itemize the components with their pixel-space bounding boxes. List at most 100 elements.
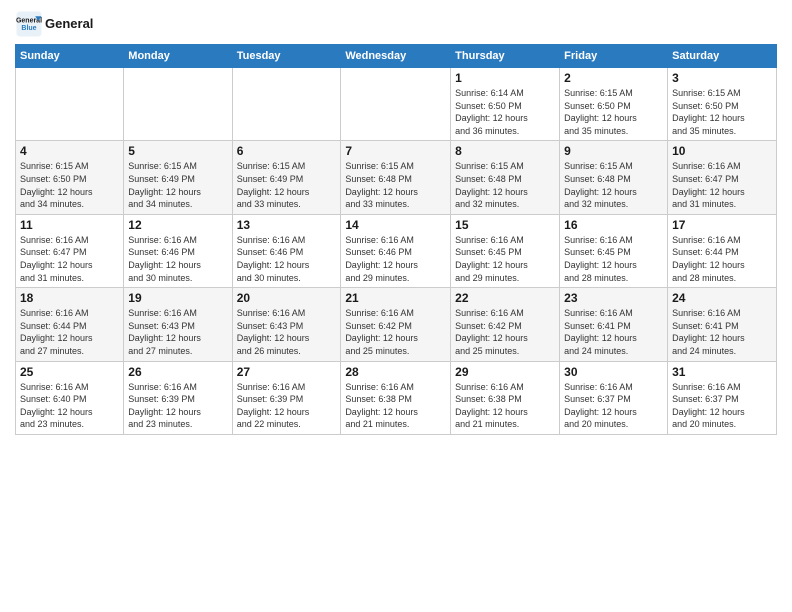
calendar-header-row: SundayMondayTuesdayWednesdayThursdayFrid… bbox=[16, 45, 777, 68]
calendar-cell: 17Sunrise: 6:16 AM Sunset: 6:44 PM Dayli… bbox=[668, 214, 777, 287]
calendar-cell bbox=[341, 68, 451, 141]
svg-text:Blue: Blue bbox=[21, 25, 36, 32]
day-number: 16 bbox=[564, 218, 663, 232]
logo-text-line1: General bbox=[45, 16, 93, 31]
day-info: Sunrise: 6:16 AM Sunset: 6:41 PM Dayligh… bbox=[672, 307, 772, 357]
day-info: Sunrise: 6:16 AM Sunset: 6:43 PM Dayligh… bbox=[128, 307, 227, 357]
calendar-week-row: 18 Sunrise: 6:16 AM Sunset: 6:44 PM Dayli… bbox=[16, 288, 777, 361]
day-info: Sunrise: 6:15 AM Sunset: 6:50 PM Dayligh… bbox=[20, 160, 119, 210]
day-number: 13 bbox=[237, 218, 337, 232]
day-info: Sunrise: 6:16 AM Sunset: 6:37 PM Dayligh… bbox=[564, 381, 663, 431]
day-info: Sunrise: 6:16 AM Sunset: 6:39 PM Dayligh… bbox=[128, 381, 227, 431]
calendar-cell: 9 Sunrise: 6:15 AM Sunset: 6:48 PM Daylig… bbox=[560, 141, 668, 214]
day-info: Sunrise: 6:15 AM Sunset: 6:50 PM Dayligh… bbox=[672, 87, 772, 137]
calendar-cell: 7Sunrise: 6:15 AM Sunset: 6:48 PM Daylig… bbox=[341, 141, 451, 214]
col-header-tuesday: Tuesday bbox=[232, 45, 341, 68]
day-info: Sunrise: 6:16 AM Sunset: 6:45 PM Dayligh… bbox=[564, 234, 663, 284]
day-info: Sunrise: 6:15 AM Sunset: 6:49 PM Dayligh… bbox=[128, 160, 227, 210]
calendar-page: General Blue General SundayMondayTuesday… bbox=[0, 0, 792, 612]
calendar-cell: 28 Sunrise: 6:16 AM Sunset: 6:38 PM Dayli… bbox=[341, 361, 451, 434]
day-info: Sunrise: 6:16 AM Sunset: 6:42 PM Dayligh… bbox=[455, 307, 555, 357]
calendar-cell: 30 Sunrise: 6:16 AM Sunset: 6:37 PM Dayli… bbox=[560, 361, 668, 434]
day-number: 28 bbox=[345, 365, 446, 379]
day-info: Sunrise: 6:16 AM Sunset: 6:37 PM Dayligh… bbox=[672, 381, 772, 431]
col-header-thursday: Thursday bbox=[451, 45, 560, 68]
day-number: 24 bbox=[672, 291, 772, 305]
day-number: 9 bbox=[564, 144, 663, 158]
calendar-cell: 15 Sunrise: 6:16 AM Sunset: 6:45 PM Dayli… bbox=[451, 214, 560, 287]
day-number: 26 bbox=[128, 365, 227, 379]
calendar-cell: 29 Sunrise: 6:16 AM Sunset: 6:38 PM Dayli… bbox=[451, 361, 560, 434]
calendar-cell: 11Sunrise: 6:16 AM Sunset: 6:47 PM Dayli… bbox=[16, 214, 124, 287]
day-number: 5 bbox=[128, 144, 227, 158]
calendar-cell: 16 Sunrise: 6:16 AM Sunset: 6:45 PM Dayli… bbox=[560, 214, 668, 287]
calendar-cell: 24 Sunrise: 6:16 AM Sunset: 6:41 PM Dayli… bbox=[668, 288, 777, 361]
day-number: 21 bbox=[345, 291, 446, 305]
col-header-friday: Friday bbox=[560, 45, 668, 68]
day-number: 14 bbox=[345, 218, 446, 232]
day-number: 2 bbox=[564, 71, 663, 85]
col-header-saturday: Saturday bbox=[668, 45, 777, 68]
col-header-wednesday: Wednesday bbox=[341, 45, 451, 68]
day-info: Sunrise: 6:16 AM Sunset: 6:40 PM Dayligh… bbox=[20, 381, 119, 431]
calendar-cell: 26 Sunrise: 6:16 AM Sunset: 6:39 PM Dayli… bbox=[124, 361, 232, 434]
calendar-week-row: 25 Sunrise: 6:16 AM Sunset: 6:40 PM Dayli… bbox=[16, 361, 777, 434]
day-info: Sunrise: 6:16 AM Sunset: 6:41 PM Dayligh… bbox=[564, 307, 663, 357]
day-info: Sunrise: 6:16 AM Sunset: 6:44 PM Dayligh… bbox=[672, 234, 772, 284]
calendar-cell: 2 Sunrise: 6:15 AM Sunset: 6:50 PM Daylig… bbox=[560, 68, 668, 141]
col-header-monday: Monday bbox=[124, 45, 232, 68]
day-number: 22 bbox=[455, 291, 555, 305]
calendar-cell: 10 Sunrise: 6:16 AM Sunset: 6:47 PM Dayli… bbox=[668, 141, 777, 214]
day-number: 7 bbox=[345, 144, 446, 158]
calendar-cell: 23Sunrise: 6:16 AM Sunset: 6:41 PM Dayli… bbox=[560, 288, 668, 361]
day-number: 6 bbox=[237, 144, 337, 158]
calendar-week-row: 11Sunrise: 6:16 AM Sunset: 6:47 PM Dayli… bbox=[16, 214, 777, 287]
day-info: Sunrise: 6:16 AM Sunset: 6:45 PM Dayligh… bbox=[455, 234, 555, 284]
day-number: 19 bbox=[128, 291, 227, 305]
day-number: 11 bbox=[20, 218, 119, 232]
calendar-cell: 14 Sunrise: 6:16 AM Sunset: 6:46 PM Dayli… bbox=[341, 214, 451, 287]
day-info: Sunrise: 6:16 AM Sunset: 6:39 PM Dayligh… bbox=[237, 381, 337, 431]
calendar-cell: 25 Sunrise: 6:16 AM Sunset: 6:40 PM Dayli… bbox=[16, 361, 124, 434]
day-number: 29 bbox=[455, 365, 555, 379]
day-number: 15 bbox=[455, 218, 555, 232]
day-info: Sunrise: 6:14 AM Sunset: 6:50 PM Dayligh… bbox=[455, 87, 555, 137]
day-info: Sunrise: 6:16 AM Sunset: 6:47 PM Dayligh… bbox=[672, 160, 772, 210]
calendar-cell: 18 Sunrise: 6:16 AM Sunset: 6:44 PM Dayli… bbox=[16, 288, 124, 361]
day-number: 10 bbox=[672, 144, 772, 158]
day-number: 27 bbox=[237, 365, 337, 379]
day-number: 18 bbox=[20, 291, 119, 305]
calendar-cell: 19 Sunrise: 6:16 AM Sunset: 6:43 PM Dayli… bbox=[124, 288, 232, 361]
day-info: Sunrise: 6:16 AM Sunset: 6:38 PM Dayligh… bbox=[345, 381, 446, 431]
calendar-cell bbox=[124, 68, 232, 141]
calendar-week-row: 1 Sunrise: 6:14 AM Sunset: 6:50 PM Daylig… bbox=[16, 68, 777, 141]
day-info: Sunrise: 6:16 AM Sunset: 6:46 PM Dayligh… bbox=[345, 234, 446, 284]
day-info: Sunrise: 6:15 AM Sunset: 6:50 PM Dayligh… bbox=[564, 87, 663, 137]
day-info: Sunrise: 6:16 AM Sunset: 6:46 PM Dayligh… bbox=[237, 234, 337, 284]
calendar-cell: 3 Sunrise: 6:15 AM Sunset: 6:50 PM Daylig… bbox=[668, 68, 777, 141]
day-number: 3 bbox=[672, 71, 772, 85]
day-info: Sunrise: 6:16 AM Sunset: 6:46 PM Dayligh… bbox=[128, 234, 227, 284]
day-info: Sunrise: 6:15 AM Sunset: 6:48 PM Dayligh… bbox=[564, 160, 663, 210]
calendar-cell: 4Sunrise: 6:15 AM Sunset: 6:50 PM Daylig… bbox=[16, 141, 124, 214]
calendar-table: SundayMondayTuesdayWednesdayThursdayFrid… bbox=[15, 44, 777, 435]
day-info: Sunrise: 6:16 AM Sunset: 6:43 PM Dayligh… bbox=[237, 307, 337, 357]
day-number: 1 bbox=[455, 71, 555, 85]
day-number: 31 bbox=[672, 365, 772, 379]
calendar-cell: 31 Sunrise: 6:16 AM Sunset: 6:37 PM Dayli… bbox=[668, 361, 777, 434]
calendar-cell: 12Sunrise: 6:16 AM Sunset: 6:46 PM Dayli… bbox=[124, 214, 232, 287]
logo: General Blue General bbox=[15, 10, 93, 38]
calendar-cell: 27 Sunrise: 6:16 AM Sunset: 6:39 PM Dayli… bbox=[232, 361, 341, 434]
page-header: General Blue General bbox=[15, 10, 777, 38]
day-info: Sunrise: 6:16 AM Sunset: 6:42 PM Dayligh… bbox=[345, 307, 446, 357]
calendar-cell: 5 Sunrise: 6:15 AM Sunset: 6:49 PM Daylig… bbox=[124, 141, 232, 214]
calendar-cell bbox=[232, 68, 341, 141]
day-info: Sunrise: 6:16 AM Sunset: 6:44 PM Dayligh… bbox=[20, 307, 119, 357]
day-number: 25 bbox=[20, 365, 119, 379]
day-info: Sunrise: 6:15 AM Sunset: 6:49 PM Dayligh… bbox=[237, 160, 337, 210]
day-number: 30 bbox=[564, 365, 663, 379]
col-header-sunday: Sunday bbox=[16, 45, 124, 68]
day-info: Sunrise: 6:15 AM Sunset: 6:48 PM Dayligh… bbox=[455, 160, 555, 210]
day-number: 8 bbox=[455, 144, 555, 158]
day-info: Sunrise: 6:16 AM Sunset: 6:38 PM Dayligh… bbox=[455, 381, 555, 431]
